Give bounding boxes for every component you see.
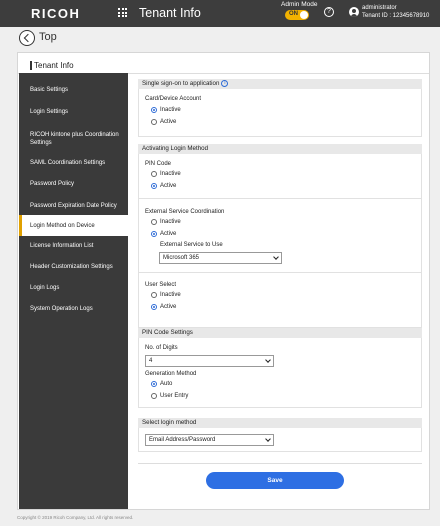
sso-active-label[interactable]: Active <box>160 119 176 125</box>
divider <box>138 198 422 199</box>
toggle-knob <box>300 11 308 19</box>
ext-inactive-label[interactable]: Inactive <box>160 219 181 225</box>
generation-auto-radio[interactable] <box>151 381 157 387</box>
card-device-account-label: Card/Device Account <box>145 96 202 102</box>
sidebar-item-kintone-coordination[interactable]: RICOH kintone plus Coordination Settings <box>19 126 128 152</box>
ext-active-label[interactable]: Active <box>160 231 176 237</box>
login-method-value: Email Address/Password <box>149 437 216 443</box>
tenant-id: Tenant ID : 12345678910 <box>362 13 430 19</box>
generation-user-entry-label[interactable]: User Entry <box>160 393 188 399</box>
login-method-panel <box>138 154 422 328</box>
copyright-text: Copyright © 2019 Ricoh Company, Ltd. All… <box>17 515 134 520</box>
user-select-active-radio[interactable] <box>151 304 157 310</box>
sso-inactive-radio[interactable] <box>151 107 157 113</box>
back-arrow-icon[interactable] <box>19 30 35 46</box>
generation-auto-label[interactable]: Auto <box>160 381 172 387</box>
divider <box>138 463 422 464</box>
user-select-label: User Select <box>145 282 177 288</box>
login-method-select[interactable]: Email Address/Password <box>145 434 274 446</box>
pin-active-radio[interactable] <box>151 183 157 189</box>
divider <box>138 272 422 273</box>
external-service-coordination-label: External Service Coordination <box>145 209 225 215</box>
section-heading-pin-settings: PIN Code Settings <box>138 328 422 338</box>
number-of-digits-select[interactable]: 4 <box>145 355 274 367</box>
generation-method-label: Generation Method <box>145 371 197 377</box>
user-name: administrator <box>362 5 397 11</box>
chevron-down-icon <box>265 436 271 442</box>
external-service-value: Microsoft 365 <box>163 255 200 261</box>
sidebar-item-system-operation-logs[interactable]: System Operation Logs <box>19 298 128 319</box>
sidebar-item-login-logs[interactable]: Login Logs <box>19 277 128 298</box>
sidebar-item-login-settings[interactable]: Login Settings <box>19 101 128 122</box>
external-service-to-use-label: External Service to Use <box>160 242 223 248</box>
chevron-down-icon <box>273 254 279 260</box>
sidebar-item-basic-settings[interactable]: Basic Settings <box>19 79 128 100</box>
user-select-inactive-radio[interactable] <box>151 292 157 298</box>
sidebar-item-login-method-on-device[interactable]: Login Method on Device <box>19 215 128 236</box>
sso-inactive-label[interactable]: Inactive <box>160 107 181 113</box>
pin-active-label[interactable]: Active <box>160 183 176 189</box>
user-select-inactive-label[interactable]: Inactive <box>160 292 181 298</box>
pin-inactive-radio[interactable] <box>151 171 157 177</box>
top-bar: RICOH Tenant Info Admin Mode ON ? admini… <box>0 0 440 27</box>
sidebar-item-password-policy[interactable]: Password Policy <box>19 173 128 194</box>
sidebar-item-password-expiration[interactable]: Password Expiration Date Policy <box>19 195 128 216</box>
ext-inactive-radio[interactable] <box>151 219 157 225</box>
generation-user-entry-radio[interactable] <box>151 393 157 399</box>
help-icon[interactable]: ? <box>324 7 334 17</box>
sidebar-item-saml-coordination[interactable]: SAML Coordination Settings <box>19 152 128 173</box>
sidebar-item-header-customization[interactable]: Header Customization Settings <box>19 256 128 277</box>
chevron-down-icon <box>265 357 271 363</box>
sidebar-item-license-information[interactable]: License Information List <box>19 235 128 256</box>
main-card: Tenant Info Basic Settings Login Setting… <box>17 52 430 510</box>
user-select-active-label[interactable]: Active <box>160 304 176 310</box>
sso-active-radio[interactable] <box>151 119 157 125</box>
info-icon[interactable]: i <box>221 80 229 87</box>
number-of-digits-value: 4 <box>149 358 153 364</box>
sidebar: Basic Settings Login Settings RICOH kint… <box>19 73 128 509</box>
section-heading-select-login: Select login method <box>138 418 422 428</box>
app-title: Tenant Info <box>139 6 201 20</box>
admin-mode-toggle[interactable]: ON <box>285 10 309 20</box>
admin-mode-label: Admin Mode <box>281 1 318 8</box>
apps-grid-icon[interactable] <box>118 8 127 17</box>
section-heading-login-method: Activating Login Method <box>138 144 422 154</box>
ext-active-radio[interactable] <box>151 231 157 237</box>
number-of-digits-label: No. of Digits <box>145 345 178 351</box>
admin-mode-toggle-text: ON <box>289 11 298 17</box>
pin-inactive-label[interactable]: Inactive <box>160 171 181 177</box>
section-heading-sso: Single sign-on to application i <box>138 79 422 89</box>
external-service-select[interactable]: Microsoft 365 <box>159 252 282 264</box>
ricoh-logo[interactable]: RICOH <box>31 6 80 21</box>
page-title: Tenant Info <box>30 61 74 70</box>
user-icon[interactable] <box>349 7 359 17</box>
sso-heading-text: Single sign-on to application <box>142 80 220 87</box>
save-button[interactable]: Save <box>206 472 344 489</box>
pin-code-label: PIN Code <box>145 161 172 167</box>
back-link-label[interactable]: Top <box>39 31 57 43</box>
